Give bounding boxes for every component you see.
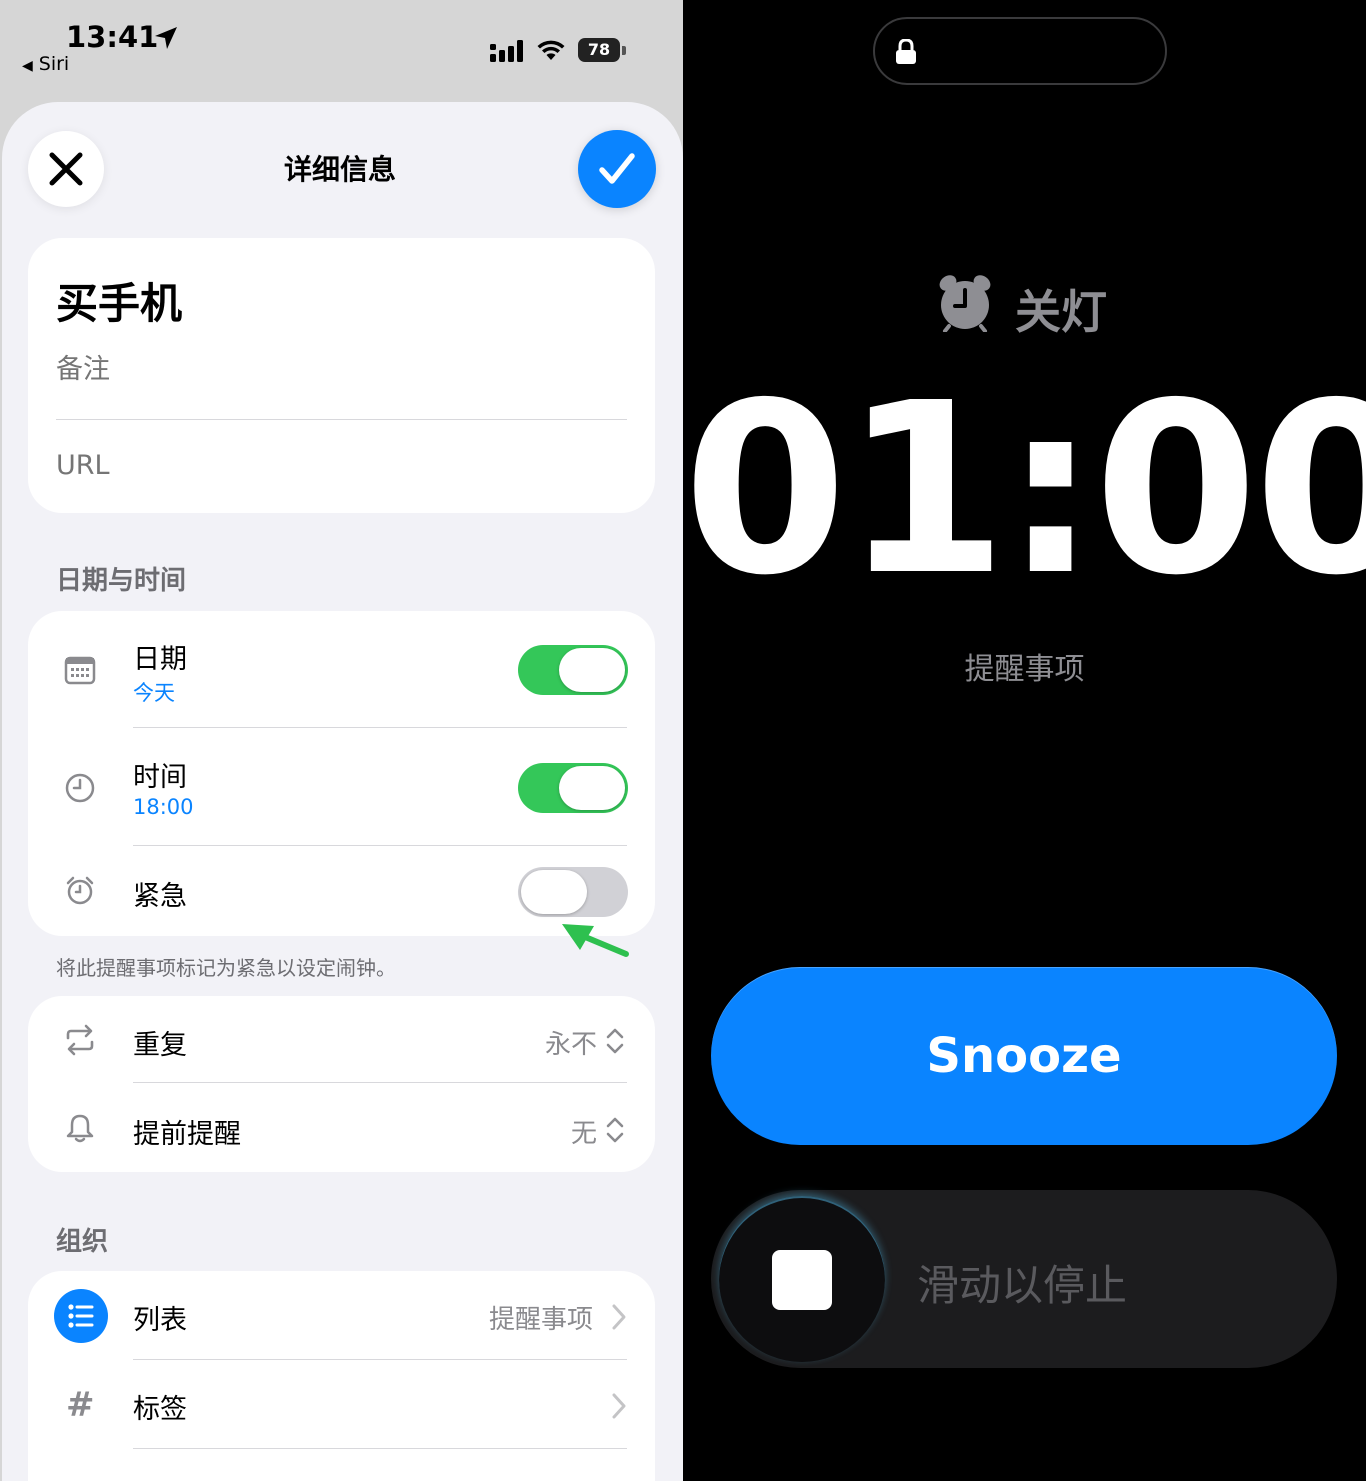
repeat-icon [66, 1024, 94, 1056]
organize-section-header: 组织 [56, 1227, 109, 1257]
slide-to-stop-track[interactable]: 滑动以停止 [711, 1190, 1337, 1368]
lock-icon [896, 39, 916, 64]
time-toggle[interactable] [518, 763, 628, 813]
alarm-label: 关灯 [1015, 285, 1107, 339]
notes-field[interactable] [56, 354, 616, 385]
date-time-section-header: 日期与时间 [56, 566, 187, 596]
stop-slider-handle[interactable] [719, 1196, 885, 1362]
list-icon [54, 1289, 108, 1343]
time-label: 时间 [133, 762, 187, 793]
date-toggle[interactable] [518, 645, 628, 695]
repeat-card: 重复 永不 提前提醒 无 [28, 996, 655, 1172]
chevron-updown-icon[interactable] [604, 1115, 626, 1145]
snooze-button[interactable]: Snooze [711, 967, 1337, 1145]
urgent-toggle[interactable] [518, 867, 628, 917]
chevron-right-icon[interactable] [608, 1391, 630, 1421]
back-to-siri-link[interactable]: ◀ Siri [22, 53, 69, 75]
calendar-icon [64, 656, 96, 685]
alarm-clock-icon [66, 876, 94, 905]
alarm-subtitle: 提醒事项 [964, 652, 1085, 687]
close-button[interactable] [28, 131, 104, 207]
divider [133, 1359, 627, 1360]
chevron-right-icon[interactable] [608, 1302, 630, 1332]
stop-icon [772, 1250, 832, 1310]
checkmark-icon [599, 153, 635, 184]
alarm-clock-icon [939, 275, 991, 332]
back-triangle-icon: ◀ [22, 58, 33, 74]
tag-icon: # [66, 1385, 95, 1425]
wifi-icon [537, 40, 565, 60]
list-value[interactable]: 提醒事项 [489, 1299, 593, 1336]
reminder-details-screen: 13:41 ◀Siri 78 详细信息 买手机 日期与 [0, 0, 683, 1481]
annotation-arrow-icon [562, 924, 629, 957]
clock-icon [65, 773, 95, 803]
date-label: 日期 [133, 644, 187, 675]
early-reminder-value[interactable]: 无 [571, 1113, 597, 1150]
repeat-value[interactable]: 永不 [545, 1024, 597, 1061]
date-time-card: 日期 今天 时间 18:00 紧急 [28, 611, 655, 936]
tags-label: 标签 [133, 1394, 187, 1425]
early-reminder-label: 提前提醒 [133, 1119, 241, 1150]
battery-icon: 78 [578, 38, 626, 62]
repeat-label: 重复 [133, 1030, 187, 1061]
bell-icon [66, 1114, 94, 1143]
done-button[interactable] [578, 130, 656, 208]
close-icon [49, 152, 83, 186]
cellular-signal-icon [490, 40, 523, 62]
divider [133, 845, 627, 846]
urgent-hint: 将此提醒事项标记为紧急以设定闹钟。 [56, 956, 396, 980]
date-value[interactable]: 今天 [133, 677, 175, 707]
task-title[interactable]: 买手机 [56, 270, 182, 331]
divider [56, 419, 627, 420]
task-info-card: 买手机 [28, 238, 655, 513]
divider [133, 727, 627, 728]
battery-level: 78 [578, 38, 620, 62]
url-field[interactable] [56, 450, 616, 481]
list-label: 列表 [133, 1305, 187, 1336]
alarm-time: 01:00 [683, 352, 1366, 627]
organize-card: 列表 提醒事项 # 标签 [28, 1271, 655, 1481]
alarm-lock-screen: 关灯 01:00 提醒事项 Snooze 滑动以停止 [683, 0, 1366, 1481]
divider [133, 1082, 627, 1083]
dynamic-island [873, 17, 1167, 85]
status-time: 13:41 [66, 20, 159, 54]
divider [133, 1448, 627, 1449]
slide-to-stop-label: 滑动以停止 [917, 1261, 1128, 1310]
urgent-label: 紧急 [133, 881, 187, 912]
time-value[interactable]: 18:00 [133, 795, 194, 819]
location-arrow-icon [155, 27, 177, 49]
page-title: 详细信息 [283, 153, 396, 186]
chevron-updown-icon[interactable] [604, 1026, 626, 1056]
back-app-label: Siri [38, 53, 70, 75]
